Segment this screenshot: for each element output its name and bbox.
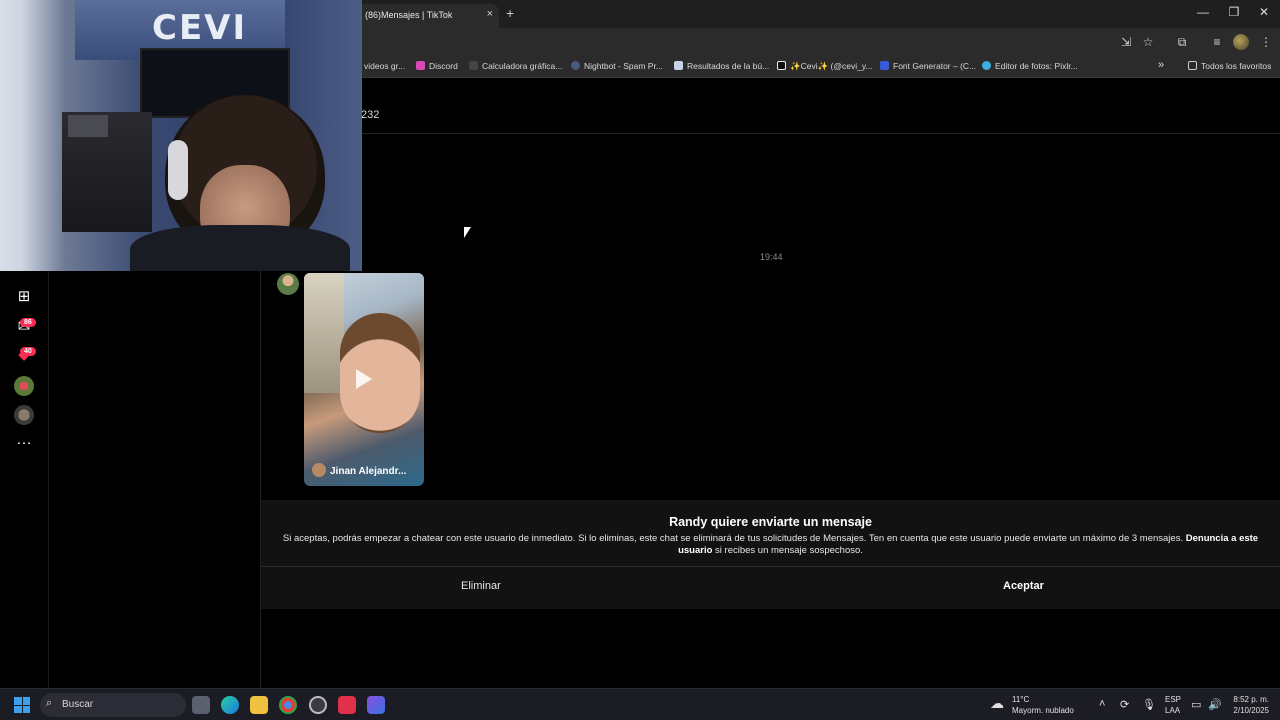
mouse-cursor-icon bbox=[464, 227, 471, 238]
search-icon: ⌕ bbox=[46, 697, 53, 709]
taskbar-search-label: Buscar bbox=[62, 699, 94, 710]
webcam-overlay: CEVI bbox=[0, 0, 362, 271]
windows-taskbar: ⌕ Buscar ☁ 11°C Mayorm. nublado ˄ ⟳ 🎙 ES… bbox=[0, 688, 1280, 720]
bookmark-star-icon[interactable]: ☆ bbox=[1140, 34, 1156, 50]
menu-dots-icon[interactable]: ⋮ bbox=[1258, 34, 1274, 50]
language-indicator[interactable]: ESP LAA bbox=[1165, 694, 1181, 716]
chevron-up-icon[interactable]: ˄ bbox=[1099, 698, 1105, 710]
obs-icon[interactable] bbox=[309, 696, 327, 714]
capcut-icon[interactable] bbox=[338, 696, 356, 714]
font-icon bbox=[880, 61, 889, 70]
folder-icon bbox=[1188, 61, 1197, 70]
language-line2: LAA bbox=[1165, 706, 1181, 715]
weather-desc: Mayorm. nublado bbox=[1012, 706, 1074, 715]
message-request-panel: Randy quiere enviarte un mensaje Si acep… bbox=[261, 500, 1280, 609]
desmos-icon bbox=[469, 61, 478, 70]
all-favorites-folder[interactable]: Todos los favoritos bbox=[1188, 61, 1271, 71]
weather-icon[interactable]: ☁ bbox=[990, 695, 1004, 712]
browser-tab[interactable]: (86)Mensajes | TikTok × bbox=[357, 4, 499, 28]
weather-widget[interactable]: 11°C Mayorm. nublado bbox=[1012, 694, 1074, 716]
volume-icon[interactable]: 🔊 bbox=[1208, 698, 1222, 711]
file-explorer-icon[interactable] bbox=[250, 696, 268, 714]
video-author-label: Jinan Alejandr... bbox=[312, 463, 406, 477]
chrome-icon[interactable] bbox=[279, 696, 297, 714]
accept-request-button[interactable]: Aceptar bbox=[1003, 580, 1044, 592]
chat-header: 232 bbox=[261, 79, 1280, 134]
pixlr-icon bbox=[982, 61, 991, 70]
app-icon[interactable] bbox=[367, 696, 385, 714]
close-window-button[interactable]: ✕ bbox=[1256, 5, 1272, 19]
webcam-wall-logo: CEVI bbox=[152, 8, 248, 48]
more-icon[interactable]: ··· bbox=[14, 433, 34, 453]
bookmark-pixlr[interactable]: Editor de fotos: Pixlr... bbox=[982, 61, 1078, 71]
bookmark-calculadora[interactable]: Calculadora gráfica... bbox=[469, 61, 562, 71]
webcam-headset bbox=[168, 140, 188, 200]
task-view-icon[interactable] bbox=[192, 696, 210, 714]
request-divider bbox=[261, 566, 1280, 567]
tab-title: (86)Mensajes | TikTok bbox=[365, 10, 453, 20]
bookmark-discord[interactable]: Discord bbox=[416, 61, 458, 71]
tiktok-icon bbox=[777, 61, 786, 70]
nightbot-icon bbox=[571, 61, 580, 70]
media-control-icon[interactable]: ≡ bbox=[1209, 34, 1225, 50]
chat-header-text: 232 bbox=[361, 109, 380, 121]
clock[interactable]: 8:52 p. m. 2/10/2025 bbox=[1229, 694, 1269, 716]
minimize-button[interactable]: — bbox=[1195, 5, 1211, 19]
discord-icon bbox=[416, 61, 425, 70]
network-icon[interactable]: ▭ bbox=[1191, 698, 1201, 711]
bookmark-cevi[interactable]: ✨Cevi✨ (@cevi_y... bbox=[777, 61, 873, 72]
weather-temp: 11°C bbox=[1012, 695, 1030, 704]
search-result-icon bbox=[674, 61, 683, 70]
bookmark-videos[interactable]: videos gr... bbox=[364, 61, 405, 71]
new-tab-button[interactable]: + bbox=[506, 5, 514, 21]
request-description: Si aceptas, podrás empezar a chatear con… bbox=[282, 533, 1259, 556]
taskbar-search[interactable]: ⌕ Buscar bbox=[40, 693, 186, 717]
message-timestamp: 19:44 bbox=[760, 252, 783, 262]
microphone-icon[interactable]: 🎙 bbox=[1142, 698, 1156, 711]
upload-icon[interactable]: ⊞ bbox=[14, 287, 34, 307]
video-thumbnail-building bbox=[304, 273, 344, 393]
video-author-avatar bbox=[312, 463, 326, 477]
bookmark-font-generator[interactable]: Font Generator – (C... bbox=[880, 61, 976, 71]
activity-badge: 40 bbox=[20, 347, 36, 356]
shared-video-card[interactable]: Jinan Alejandr... bbox=[304, 273, 424, 486]
language-line1: ESP bbox=[1165, 695, 1182, 704]
tab-close-icon[interactable]: × bbox=[487, 8, 493, 20]
video-thumbnail-person bbox=[340, 313, 420, 433]
play-icon[interactable] bbox=[356, 369, 372, 389]
extensions-icon[interactable]: ⧉ bbox=[1174, 34, 1190, 50]
messages-badge: 86 bbox=[20, 318, 36, 327]
secondary-avatar[interactable] bbox=[14, 405, 34, 425]
webcam-gpu-box bbox=[68, 115, 108, 137]
clock-date: 2/10/2025 bbox=[1233, 706, 1269, 715]
profile-avatar-icon[interactable] bbox=[1233, 34, 1249, 50]
start-button[interactable] bbox=[14, 697, 30, 713]
bookmarks-overflow-icon[interactable]: » bbox=[1158, 59, 1164, 71]
bookmark-resultados[interactable]: Resultados de la bú... bbox=[674, 61, 769, 71]
sender-avatar[interactable] bbox=[277, 273, 299, 295]
sync-icon[interactable]: ⟳ bbox=[1120, 698, 1129, 711]
webcam-person-body bbox=[130, 225, 350, 271]
request-title: Randy quiere enviarte un mensaje bbox=[669, 515, 872, 529]
restore-button[interactable]: ❐ bbox=[1226, 5, 1242, 19]
profile-avatar[interactable] bbox=[14, 376, 34, 396]
clock-time: 8:52 p. m. bbox=[1233, 695, 1269, 704]
install-app-icon[interactable]: ⇲ bbox=[1118, 34, 1134, 50]
bookmark-nightbot[interactable]: Nightbot - Spam Pr... bbox=[571, 61, 663, 71]
delete-request-button[interactable]: Eliminar bbox=[461, 580, 501, 592]
edge-icon[interactable] bbox=[221, 696, 239, 714]
